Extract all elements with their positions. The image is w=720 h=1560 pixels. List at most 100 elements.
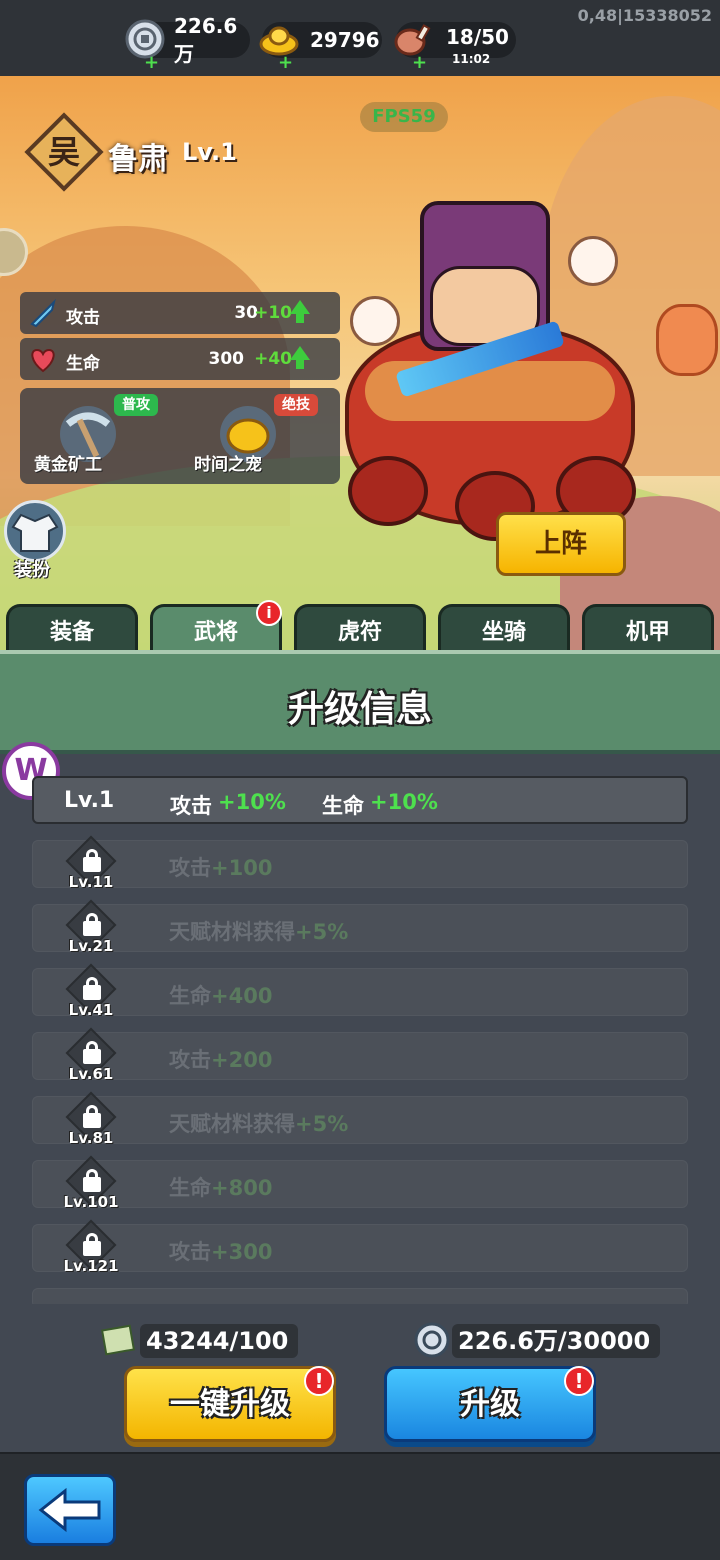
tab-equipment[interactable]: 装备 [6,604,138,652]
stamina-value: 18/50 [446,25,509,49]
info-badge-icon: i [256,600,282,626]
locked-attr: 天赋材料获得+5% [169,916,348,946]
unlock-level: Lv.81 [68,1129,114,1147]
stamina-timer: 11:02 [452,52,491,66]
tab-tiger-tally[interactable]: 虎符 [294,604,426,652]
skill-tag: 绝技 [274,394,318,416]
plus-icon[interactable]: + [144,52,159,73]
arrow-up-icon [290,300,310,323]
stat-increase: +10 [254,303,292,323]
locked-attr: 攻击+200 [169,1044,272,1074]
locked-attr-label: 攻击 [169,856,211,880]
attr-label: 攻击 [170,794,212,818]
hero-scene: FPS59 吴 鲁肃 Lv.1 攻击 30 +10 生命 300 +40 普攻 … [0,76,720,650]
locked-level-row: Lv.11 攻击+100 [32,835,688,891]
dress-up-button[interactable] [4,500,66,562]
dress-up-label: 装扮 [14,560,50,581]
unlock-level: Lv.101 [63,1193,119,1211]
back-button[interactable] [24,1474,116,1546]
locked-attr-label: 天赋材料获得 [169,1112,295,1136]
stat-hp: 生命 300 +40 [20,338,340,380]
locked-level-row: Lv.41 生命+400 [32,963,688,1019]
locked-level-row: Lv.21 天赋材料获得+5% [32,899,688,955]
faction-badge: 吴 [24,112,104,192]
unlock-level: Lv.121 [63,1257,119,1275]
panel-header: 升级信息 [0,650,720,754]
lock-body [83,1113,101,1128]
stat-increase: +40 [254,349,292,369]
lock-body [83,1049,101,1064]
locked-attr-value: +800 [211,1176,273,1200]
locked-attr: 攻击+300 [169,1236,272,1266]
stat-attack: 攻击 30 +10 [20,292,340,334]
stamina-counter[interactable]: 18/50 11:02 + [394,22,516,73]
lock-body [83,921,101,936]
upgrade-actions: 43244/100 226.6万/30000 一键升级 ! 升级 ! [0,1304,720,1452]
locked-attr-value: +400 [211,984,273,1008]
tab-mecha[interactable]: 机甲 [582,604,714,652]
locked-attr-value: +300 [211,1240,273,1264]
gold-ingot-value: 29796 [310,28,380,52]
tab-mount[interactable]: 坐骑 [438,604,570,652]
lock-body [83,985,101,1000]
locked-attr-label: 攻击 [169,1240,211,1264]
attr-label: 生命 [322,794,364,818]
bun-decoration [350,296,400,346]
unlock-level: Lv.21 [68,937,114,955]
scroll-icon [100,1324,136,1356]
silver-coin-value: 226.6万 [174,13,238,66]
robe-icon [11,513,59,552]
gold-ingot-counter[interactable]: 29796 + [259,22,382,73]
locked-attr: 攻击+100 [169,852,272,882]
skill-normal-attack[interactable]: 普攻 黄金矿工 [20,388,170,484]
sword-icon [30,298,56,328]
silver-coin-icon [414,1322,450,1358]
alert-badge-icon: ! [564,1366,594,1396]
attr-value: +10% [370,790,438,814]
locked-attr-value: +200 [211,1048,273,1072]
unlock-level: Lv.41 [68,1001,114,1019]
current-level: Lv.1 [64,788,115,813]
skill-ultimate[interactable]: 绝技 时间之宠 [180,388,330,484]
scroll-cost: 43244/100 [100,1324,299,1358]
hero-name: 鲁肃 [108,142,168,177]
locked-level-row: Lv.121 攻击+300 [32,1219,688,1275]
unlock-level: Lv.11 [68,873,114,891]
locked-attr-label: 生命 [169,984,211,1008]
locked-attr-value: +100 [211,856,273,880]
stat-label: 攻击 [66,308,100,328]
locked-level-row: Lv.81 天赋材料获得+5% [32,1091,688,1147]
back-arrow-icon [38,1487,101,1533]
bun-decoration [568,236,618,286]
fps-counter: FPS59 [360,102,448,132]
lantern-decoration [656,304,718,376]
lock-body [83,857,101,872]
skill-name: 时间之宠 [194,455,262,475]
locked-attr-value: +5% [295,920,349,944]
plus-icon[interactable]: + [278,52,293,73]
debug-text: 0,48|15338052 [577,6,712,25]
coin-cost-value: 226.6万/30000 [458,1327,651,1355]
lock-body [83,1177,101,1192]
locked-attr: 生命+800 [169,1172,272,1202]
scroll-cost-value: 43244/100 [146,1327,289,1355]
unlock-level: Lv.61 [68,1065,114,1083]
locked-attr-label: 攻击 [169,1048,211,1072]
locked-attr-label: 天赋材料获得 [169,920,295,944]
attr-value: +10% [218,790,286,814]
lock-body [83,1241,101,1256]
panel-title: 升级信息 [287,689,432,730]
locked-level-row: Lv.61 攻击+200 [32,1027,688,1083]
silver-coin-counter[interactable]: 226.6万 + [125,14,250,73]
footer-bar [0,1452,720,1560]
faction-label: 吴 [47,133,80,171]
coin-cost: 226.6万/30000 [414,1322,661,1358]
skill-tag: 普攻 [114,394,158,416]
tab-bar: 装备 武将 i 虎符 坐骑 机甲 [0,600,720,652]
skills-panel: 普攻 黄金矿工 绝技 时间之宠 [20,388,340,484]
deploy-button[interactable]: 上阵 [496,512,626,576]
heart-icon [31,348,55,373]
alert-badge-icon: ! [304,1366,334,1396]
plus-icon[interactable]: + [412,52,427,73]
locked-attr: 天赋材料获得+5% [169,1108,348,1138]
